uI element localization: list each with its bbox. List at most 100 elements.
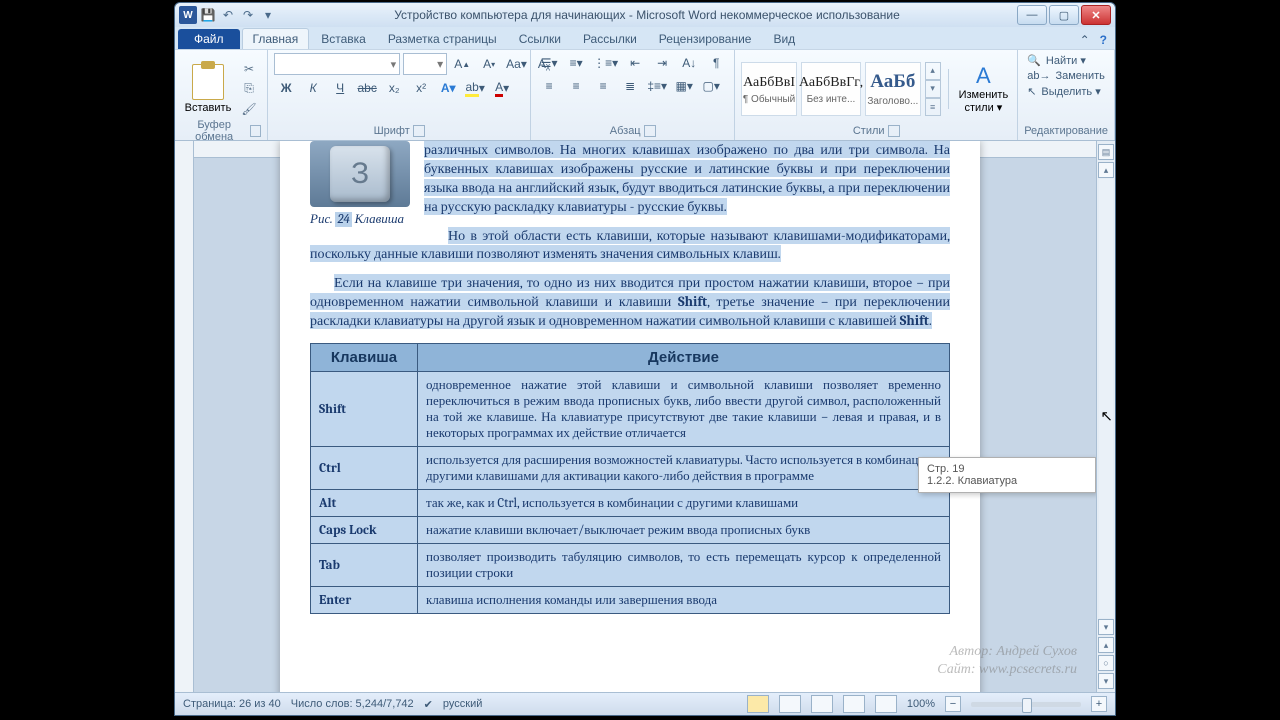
group-clipboard: Вставить ✂ ⎘ 🖌 Буфер обмена	[175, 50, 268, 140]
styles-more-icon[interactable]: ≡	[925, 98, 941, 116]
view-outline-icon[interactable]	[843, 695, 865, 713]
tab-view[interactable]: Вид	[763, 29, 805, 49]
view-draft-icon[interactable]	[875, 695, 897, 713]
window-buttons: — ▢ ✕	[1017, 5, 1111, 25]
grow-font-icon[interactable]: A▲	[450, 54, 474, 74]
qat-customize-icon[interactable]: ▾	[259, 6, 277, 24]
paste-button[interactable]: Вставить	[181, 56, 235, 122]
dialog-launcher-icon[interactable]	[888, 125, 900, 137]
shrink-font-icon[interactable]: A▾	[477, 54, 501, 74]
minimize-button[interactable]: —	[1017, 5, 1047, 25]
numbering-icon[interactable]: ≡▾	[564, 53, 588, 73]
vertical-ruler[interactable]	[175, 141, 194, 692]
strike-button[interactable]: abc	[355, 78, 379, 98]
dialog-launcher-icon[interactable]	[413, 125, 425, 137]
document-area: З Рис. 24 Клавиша различных символов. На…	[175, 141, 1115, 692]
font-name-box[interactable]: ▾	[274, 53, 400, 75]
style-nospacing[interactable]: АаБбВвГг, Без инте...	[801, 62, 861, 116]
status-page[interactable]: Страница: 26 из 40	[183, 698, 281, 710]
replace-button[interactable]: ab→Заменить	[1024, 69, 1108, 83]
sort-icon[interactable]: A↓	[677, 53, 701, 73]
scroll-tooltip: Стр. 19 1.2.2. Клавиатура	[918, 457, 1096, 493]
styles-next-icon[interactable]: ▾	[925, 80, 941, 98]
figure-image: З	[310, 141, 410, 207]
show-marks-icon[interactable]: ¶	[704, 53, 728, 73]
align-right-icon[interactable]: ≡	[591, 76, 615, 96]
find-button[interactable]: 🔍Найти ▾	[1024, 53, 1089, 68]
font-color-icon[interactable]: A▾	[490, 78, 514, 98]
format-painter-icon[interactable]: 🖌	[239, 100, 259, 118]
keyboard-table: Клавиша Действие Shiftодновременное нажа…	[310, 343, 950, 614]
scroll-track[interactable]	[1099, 179, 1113, 618]
subscript-button[interactable]: x₂	[382, 78, 406, 98]
text-effects-icon[interactable]: A▾	[436, 78, 460, 98]
close-button[interactable]: ✕	[1081, 5, 1111, 25]
copy-icon[interactable]: ⎘	[239, 80, 259, 98]
highlight-color-icon[interactable]: ab▾	[463, 78, 487, 98]
group-font: ▾ ▾ A▲ A▾ Aa▾ Aᵪ Ж К Ч abc x₂ x² A▾ ab▾ …	[268, 50, 531, 140]
style-heading[interactable]: АаБб Заголово...	[865, 62, 921, 116]
italic-button[interactable]: К	[301, 78, 325, 98]
table-row: Altтак же, как и Ctrl, используется в ко…	[311, 490, 950, 517]
align-left-icon[interactable]: ≡	[537, 76, 561, 96]
browse-prev-icon[interactable]: ▴	[1098, 637, 1114, 653]
table-row: Tabпозволяет производить табуляцию симво…	[311, 544, 950, 587]
select-button[interactable]: ↖Выделить ▾	[1024, 84, 1104, 99]
vertical-scrollbar[interactable]: ▤ ▴ ▾ ▴ ○ ▾ ↖	[1096, 141, 1115, 692]
ribbon: Вставить ✂ ⎘ 🖌 Буфер обмена ▾ ▾ A▲ A▾ Aa…	[175, 49, 1115, 141]
increase-indent-icon[interactable]: ⇥	[650, 53, 674, 73]
status-proofing-icon[interactable]: ✔	[424, 698, 433, 711]
align-center-icon[interactable]: ≡	[564, 76, 588, 96]
tab-review[interactable]: Рецензирование	[649, 29, 762, 49]
shading-icon[interactable]: ▦▾	[672, 76, 696, 96]
scroll-up-icon[interactable]: ▴	[1098, 162, 1114, 178]
change-styles-icon: A	[976, 63, 991, 89]
scroll-down-icon[interactable]: ▾	[1098, 619, 1114, 635]
multilevel-icon[interactable]: ⋮≡▾	[591, 53, 620, 73]
zoom-slider[interactable]	[971, 702, 1081, 707]
status-language[interactable]: русский	[443, 698, 482, 710]
table-row: Shiftодновременное нажатие этой клавиши …	[311, 372, 950, 447]
bullets-icon[interactable]: ☰▾	[537, 53, 561, 73]
browse-next-icon[interactable]: ▾	[1098, 673, 1114, 689]
tab-layout[interactable]: Разметка страницы	[378, 29, 507, 49]
zoom-out-button[interactable]: −	[945, 696, 961, 712]
maximize-button[interactable]: ▢	[1049, 5, 1079, 25]
font-size-box[interactable]: ▾	[403, 53, 447, 75]
underline-button[interactable]: Ч	[328, 78, 352, 98]
tab-home[interactable]: Главная	[242, 28, 310, 49]
tab-references[interactable]: Ссылки	[509, 29, 571, 49]
line-spacing-icon[interactable]: ‡≡▾	[645, 76, 669, 96]
tab-mailings[interactable]: Рассылки	[573, 29, 647, 49]
bold-button[interactable]: Ж	[274, 78, 298, 98]
decrease-indent-icon[interactable]: ⇤	[623, 53, 647, 73]
view-fullscreen-icon[interactable]	[779, 695, 801, 713]
status-wordcount[interactable]: Число слов: 5,244/7,742	[291, 698, 414, 710]
superscript-button[interactable]: x²	[409, 78, 433, 98]
help-icon[interactable]: ?	[1100, 33, 1107, 47]
view-print-layout-icon[interactable]	[747, 695, 769, 713]
zoom-in-button[interactable]: +	[1091, 696, 1107, 712]
view-web-icon[interactable]	[811, 695, 833, 713]
qat-save-icon[interactable]: 💾	[199, 6, 217, 24]
cut-icon[interactable]: ✂	[239, 60, 259, 78]
table-row: Caps Lockнажатие клавиши включает/выключ…	[311, 517, 950, 544]
ruler-toggle-icon[interactable]: ▤	[1098, 144, 1114, 160]
borders-icon[interactable]: ▢▾	[699, 76, 723, 96]
browse-object-icon[interactable]: ○	[1098, 655, 1114, 671]
document-viewport[interactable]: З Рис. 24 Клавиша различных символов. На…	[194, 141, 1096, 692]
justify-icon[interactable]: ≣	[618, 76, 642, 96]
style-normal[interactable]: АаБбВвІ ¶ Обычный	[741, 62, 797, 116]
dialog-launcher-icon[interactable]	[644, 125, 656, 137]
file-tab[interactable]: Файл	[178, 29, 240, 49]
dialog-launcher-icon[interactable]	[250, 125, 261, 137]
change-styles-button[interactable]: A Изменить стили ▾	[956, 56, 1012, 122]
styles-prev-icon[interactable]: ▴	[925, 62, 941, 80]
qat-undo-icon[interactable]: ↶	[219, 6, 237, 24]
status-bar: Страница: 26 из 40 Число слов: 5,244/7,7…	[175, 692, 1115, 715]
qat-redo-icon[interactable]: ↷	[239, 6, 257, 24]
zoom-level[interactable]: 100%	[907, 698, 935, 710]
ribbon-minimize-icon[interactable]: ⌃	[1080, 33, 1090, 47]
change-case-icon[interactable]: Aa▾	[504, 54, 529, 74]
tab-insert[interactable]: Вставка	[311, 29, 376, 49]
